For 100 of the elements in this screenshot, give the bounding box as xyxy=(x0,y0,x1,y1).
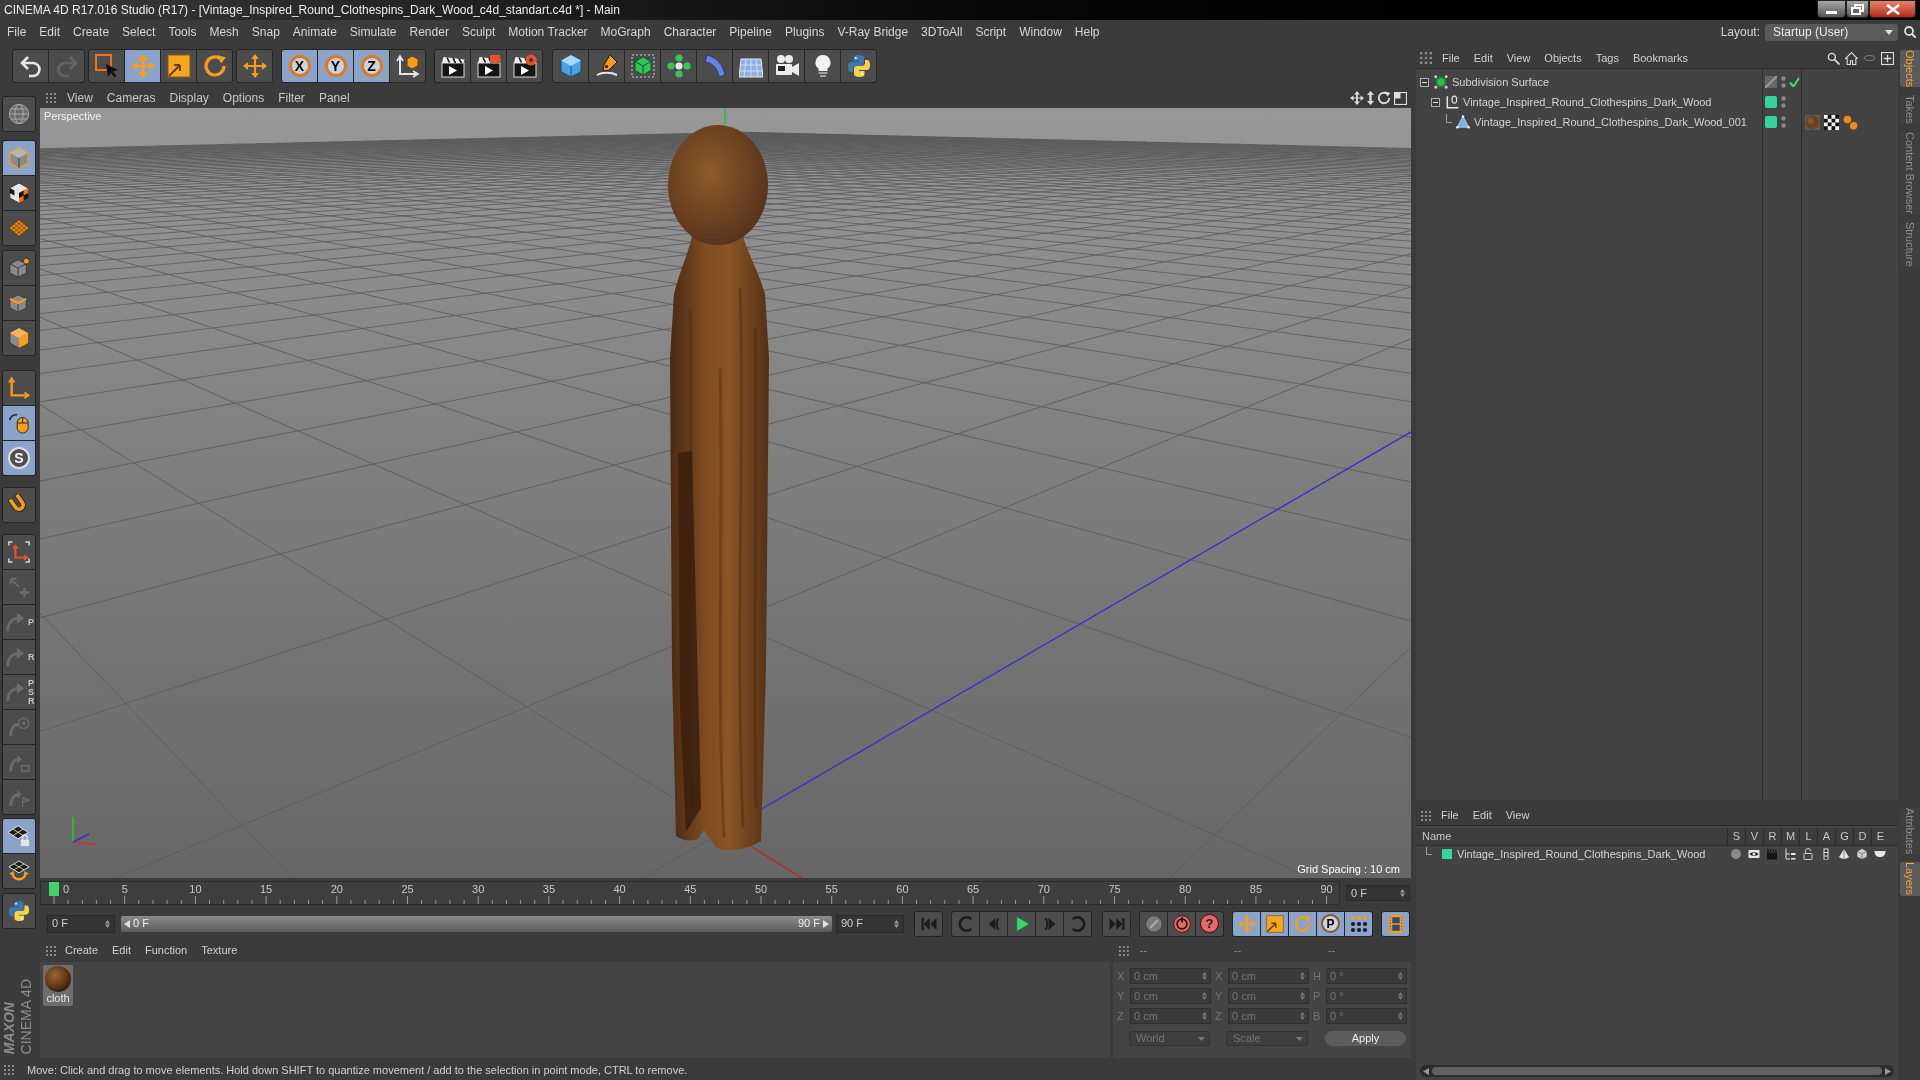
object-name[interactable]: Vintage_Inspired_Round_Clothespins_Dark_Wood_001 xyxy=(1474,116,1747,128)
spinner-arrows-icon[interactable] xyxy=(105,919,110,928)
viewport-menu-item[interactable]: Filter xyxy=(278,92,305,104)
menu-item[interactable]: Character xyxy=(663,26,717,38)
oval-icon[interactable] xyxy=(1863,55,1876,61)
layout-dropdown[interactable]: Startup (User) xyxy=(1765,23,1898,41)
key-selection-button[interactable]: ? xyxy=(1196,911,1223,936)
edges-mode-button[interactable] xyxy=(3,286,35,320)
column-header[interactable]: E xyxy=(1871,827,1889,846)
end-frame-field[interactable]: 90 F xyxy=(836,914,904,933)
axis-corner-icon[interactable] xyxy=(8,377,30,399)
menu-item[interactable]: Edit xyxy=(1472,810,1492,821)
panel-grip-icon[interactable] xyxy=(46,93,56,103)
menu-item[interactable]: Texture xyxy=(201,945,238,956)
object-name[interactable]: Vintage_Inspired_Round_Clothespins_Dark_Wood xyxy=(1463,96,1712,108)
menu-item[interactable]: Tools xyxy=(168,26,197,38)
visibility-dots-icon[interactable] xyxy=(1781,96,1786,108)
cube-point-icon[interactable] xyxy=(8,257,30,279)
axis-lock-button[interactable] xyxy=(3,535,35,569)
axis-mode-button[interactable] xyxy=(3,371,35,405)
y-axis-button[interactable]: Y xyxy=(318,50,353,82)
menu-item[interactable]: Snap xyxy=(251,26,280,38)
menu-item[interactable]: Sculpt xyxy=(461,26,496,38)
close-icon[interactable] xyxy=(1885,3,1900,15)
visibility-dots-icon[interactable] xyxy=(1781,76,1786,88)
menu-item[interactable]: Script xyxy=(975,26,1007,38)
range-right-arrow-icon[interactable] xyxy=(823,919,829,928)
menu-item[interactable]: Tags xyxy=(1595,52,1619,64)
plus-square-icon[interactable] xyxy=(1881,51,1894,65)
menu-item[interactable]: File xyxy=(1441,810,1459,821)
lock-icon[interactable] xyxy=(1802,848,1814,860)
world-mode-button[interactable] xyxy=(3,97,35,131)
menu-item[interactable]: Edit xyxy=(39,26,61,38)
menu-item[interactable]: Edit xyxy=(1473,52,1493,64)
column-header[interactable]: R xyxy=(1763,827,1781,846)
viewport-menu-item[interactable]: Options xyxy=(222,92,265,104)
panel-grip-icon[interactable] xyxy=(1421,810,1431,821)
menu-item[interactable]: Objects xyxy=(1544,52,1582,64)
close-button[interactable] xyxy=(1869,0,1916,18)
menu-item[interactable]: V-Ray Bridge xyxy=(837,26,909,38)
panel-grip-icon[interactable] xyxy=(4,1065,14,1075)
layer-color-swatch[interactable] xyxy=(1765,116,1777,128)
menu-item[interactable]: Function xyxy=(145,945,188,956)
grid-lock-button[interactable] xyxy=(3,819,35,853)
column-header[interactable]: A xyxy=(1817,827,1835,846)
viewport-menu-item[interactable]: Panel xyxy=(318,92,350,104)
column-header[interactable]: D xyxy=(1853,827,1871,846)
current-frame-field[interactable]: 0 F xyxy=(1346,885,1410,901)
restore-icon[interactable] xyxy=(1851,3,1864,15)
cube-icon[interactable] xyxy=(1856,848,1868,860)
layer-color-swatch[interactable] xyxy=(1765,96,1777,108)
viewport-menu-item[interactable]: View xyxy=(67,92,93,104)
panel-grip-icon[interactable] xyxy=(46,945,56,956)
orbit-icon[interactable] xyxy=(1377,91,1391,105)
mouse-icon[interactable] xyxy=(8,412,30,434)
menu-item[interactable]: Edit xyxy=(112,945,131,956)
menu-item[interactable]: Create xyxy=(65,945,99,956)
python-button[interactable] xyxy=(3,894,35,928)
grid-lock-icon[interactable] xyxy=(8,825,30,847)
menu-item[interactable]: 3DToAll xyxy=(921,26,963,38)
scroll-left-icon[interactable] xyxy=(1423,1067,1429,1075)
object-name[interactable]: Subdivision Surface xyxy=(1452,76,1550,88)
menu-item[interactable]: Help xyxy=(1074,26,1100,38)
collapse-icon[interactable] xyxy=(1420,77,1429,87)
points-mode-button[interactable] xyxy=(3,251,35,285)
cube-icon[interactable] xyxy=(8,147,30,169)
check-icon[interactable] xyxy=(1789,77,1800,87)
layer-color-swatch[interactable] xyxy=(1442,849,1452,859)
dot-icon[interactable] xyxy=(1730,848,1742,860)
home-icon[interactable] xyxy=(1845,51,1858,65)
spinner-arrows-icon[interactable] xyxy=(1400,889,1405,897)
axis-brackets-icon[interactable] xyxy=(8,541,30,563)
scrollbar-track[interactable] xyxy=(1420,1065,1894,1077)
solo-button[interactable]: S xyxy=(3,441,35,475)
panel-layout-icon[interactable] xyxy=(1394,91,1407,105)
search-icon[interactable] xyxy=(1827,51,1840,65)
grid-rotate-icon[interactable] xyxy=(8,860,30,882)
polygons-mode-button[interactable] xyxy=(3,321,35,355)
python-icon[interactable] xyxy=(8,900,30,922)
menu-item[interactable]: Motion Tracker xyxy=(508,26,588,38)
column-header[interactable]: V xyxy=(1745,827,1763,846)
grid-rotate-button[interactable] xyxy=(3,854,35,888)
minimize-icon[interactable] xyxy=(1826,10,1837,14)
scrollbar-thumb[interactable] xyxy=(1432,1067,1882,1075)
layer-name[interactable]: Vintage_Inspired_Round_Clothespins_Dark_Wood xyxy=(1457,848,1706,860)
grid-plane-icon[interactable] xyxy=(8,217,30,239)
material-item[interactable]: cloth xyxy=(43,965,73,1006)
menu-item[interactable]: MoGraph xyxy=(600,26,651,38)
cube-edge-icon[interactable] xyxy=(8,292,30,314)
menu-item[interactable]: Animate xyxy=(292,26,337,38)
start-frame-field[interactable]: 0 F xyxy=(47,914,115,933)
x-axis-button[interactable]: X xyxy=(282,50,317,82)
viewport-menu-item[interactable]: Cameras xyxy=(106,92,156,104)
spinner-arrows-icon[interactable] xyxy=(894,919,899,928)
menu-item[interactable]: Create xyxy=(73,26,110,38)
menu-item[interactable]: Window xyxy=(1019,26,1062,38)
scroll-right-icon[interactable] xyxy=(1885,1067,1891,1075)
menu-item[interactable]: View xyxy=(1505,810,1530,821)
menu-item[interactable]: View xyxy=(1506,52,1531,64)
range-left-arrow-icon[interactable] xyxy=(124,919,130,928)
